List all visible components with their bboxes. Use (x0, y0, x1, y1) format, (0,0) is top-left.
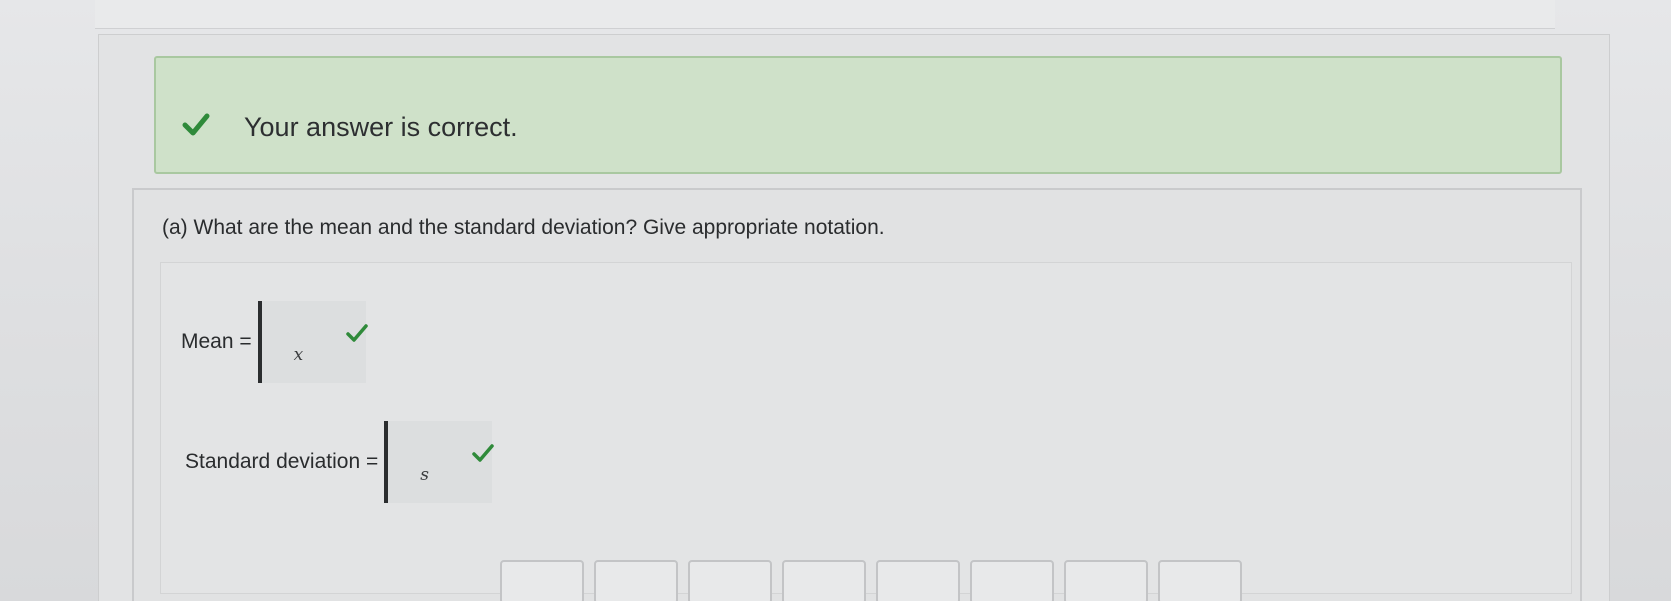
mean-answer-field[interactable]: x (257, 301, 368, 383)
feedback-banner: Your answer is correct. (154, 56, 1562, 174)
toolbar-button[interactable] (594, 560, 678, 601)
toolbar-button[interactable] (1064, 560, 1148, 601)
top-strip (95, 0, 1555, 29)
check-icon (345, 324, 368, 342)
std-dev-row: Standard deviation = s (185, 421, 494, 503)
mean-answer-value: x (293, 345, 304, 365)
std-dev-answer-field[interactable]: s (384, 421, 494, 503)
check-icon (182, 113, 210, 136)
mean-row: Mean = x (181, 301, 368, 383)
std-dev-label: Standard deviation = (185, 450, 379, 473)
question-card: (a) What are the mean and the standard d… (132, 188, 1582, 601)
answers-panel: Mean = x Standard deviation = s (160, 262, 1572, 594)
cursor-bar (257, 301, 262, 383)
toolbar-button[interactable] (1158, 560, 1242, 601)
question-prompt: (a) What are the mean and the standard d… (162, 216, 885, 239)
cursor-bar (384, 421, 389, 503)
toolbar-button[interactable] (970, 560, 1054, 601)
std-dev-answer-value: s (420, 465, 429, 485)
screen: Your answer is correct. (a) What are the… (0, 0, 1671, 601)
feedback-message: Your answer is correct. (244, 112, 518, 142)
toolbar-button[interactable] (688, 560, 772, 601)
toolbar-button[interactable] (500, 560, 584, 601)
bottom-toolbar (500, 560, 1671, 601)
toolbar-button[interactable] (876, 560, 960, 601)
toolbar-button[interactable] (782, 560, 866, 601)
mean-label: Mean = (181, 330, 252, 353)
check-icon (472, 444, 494, 462)
